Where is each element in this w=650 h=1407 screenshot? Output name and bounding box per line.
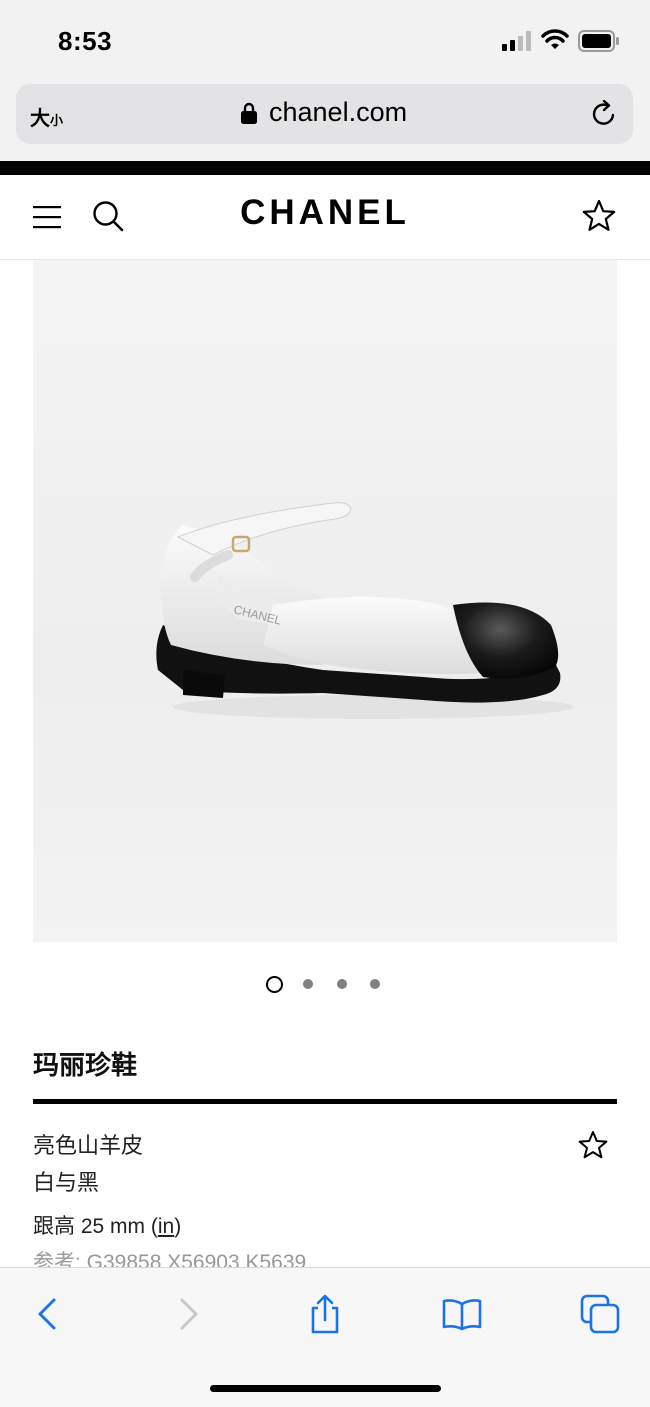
heel-height: 跟高 25 mm (in) bbox=[33, 1210, 181, 1240]
heel-height-close: ) bbox=[174, 1215, 182, 1238]
carousel-dot-4[interactable] bbox=[370, 979, 380, 989]
tabs-icon[interactable] bbox=[580, 1294, 620, 1334]
status-time: 8:53 bbox=[58, 26, 113, 56]
bookmarks-icon[interactable] bbox=[442, 1294, 482, 1334]
battery-icon bbox=[578, 30, 619, 52]
url-domain[interactable]: chanel.com bbox=[269, 97, 407, 128]
image-carousel-dots bbox=[0, 974, 650, 994]
text-size-button[interactable]: 大小 bbox=[30, 102, 63, 131]
wishlist-star-icon[interactable] bbox=[582, 199, 616, 233]
carousel-dot-3[interactable] bbox=[337, 979, 347, 989]
carousel-dot-2[interactable] bbox=[303, 979, 313, 989]
unit-toggle-link[interactable]: in bbox=[158, 1215, 174, 1238]
site-top-bar bbox=[0, 161, 650, 175]
carousel-dot-1[interactable] bbox=[266, 976, 283, 993]
share-icon[interactable] bbox=[305, 1294, 345, 1334]
mary-jane-shoe-image: CHANEL bbox=[156, 502, 573, 719]
product-material: 亮色山羊皮 bbox=[33, 1133, 144, 1158]
cellular-signal-icon bbox=[502, 31, 531, 51]
home-indicator bbox=[210, 1385, 441, 1392]
title-divider bbox=[33, 1099, 617, 1104]
status-bar: 8:53 bbox=[0, 0, 650, 84]
chanel-logo[interactable]: CHANEL bbox=[0, 193, 650, 233]
text-size-small-label: 小 bbox=[50, 113, 64, 128]
forward-arrow-icon[interactable] bbox=[168, 1294, 208, 1334]
product-title: 玛丽珍鞋 bbox=[33, 1050, 138, 1080]
text-size-large-label: 大 bbox=[30, 108, 50, 130]
wifi-icon bbox=[541, 29, 569, 49]
site-header: CHANEL bbox=[0, 175, 650, 260]
reload-icon[interactable] bbox=[590, 100, 618, 128]
lock-icon bbox=[241, 102, 257, 124]
heel-height-text: 跟高 25 mm ( bbox=[33, 1215, 158, 1238]
browser-toolbar bbox=[0, 1267, 650, 1407]
browser-address-area: 大小 chanel.com bbox=[0, 84, 650, 161]
address-bar[interactable]: 大小 chanel.com bbox=[16, 84, 633, 144]
product-image[interactable]: CHANEL bbox=[33, 260, 617, 942]
add-to-wishlist-star-icon[interactable] bbox=[578, 1130, 608, 1160]
product-color: 白与黑 bbox=[33, 1170, 100, 1195]
back-arrow-icon[interactable] bbox=[28, 1294, 68, 1334]
